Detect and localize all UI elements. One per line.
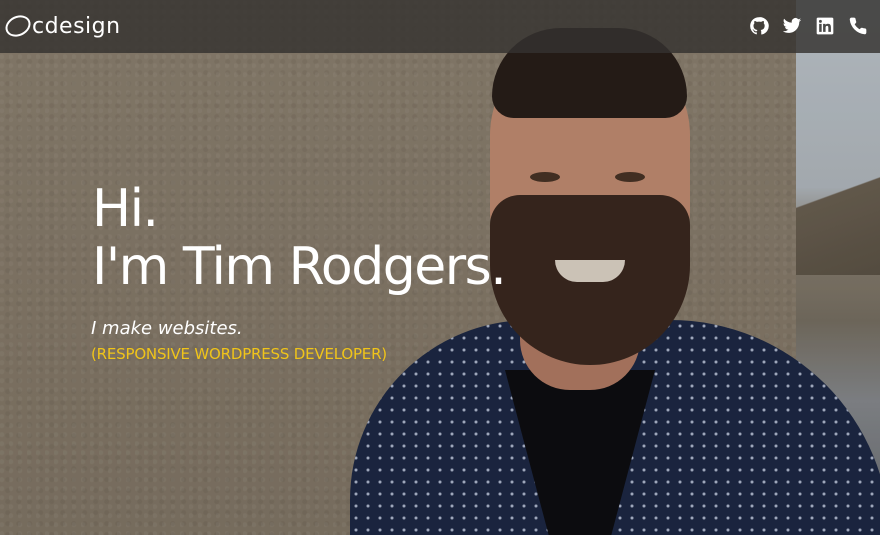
top-navbar: cdesign [0, 0, 880, 53]
logo-mark-icon [1, 11, 35, 41]
hero-section: cdesign Hi. I'm Tim Rodgers. I make webs… [0, 0, 880, 535]
github-icon[interactable] [749, 16, 769, 36]
phone-icon[interactable] [848, 16, 868, 36]
hero-role: (RESPONSIVE WORDPRESS DEVELOPER) [91, 345, 387, 363]
social-links [749, 16, 868, 36]
hero-tagline: I make websites. [91, 318, 243, 339]
hero-headline: Hi. I'm Tim Rodgers. [92, 179, 507, 297]
logo-text: cdesign [32, 13, 121, 39]
headline-greeting: Hi. [92, 179, 159, 239]
site-logo[interactable]: cdesign [1, 8, 121, 44]
headline-name: I'm Tim Rodgers. [92, 237, 507, 297]
twitter-icon[interactable] [782, 16, 802, 36]
linkedin-icon[interactable] [815, 16, 835, 36]
